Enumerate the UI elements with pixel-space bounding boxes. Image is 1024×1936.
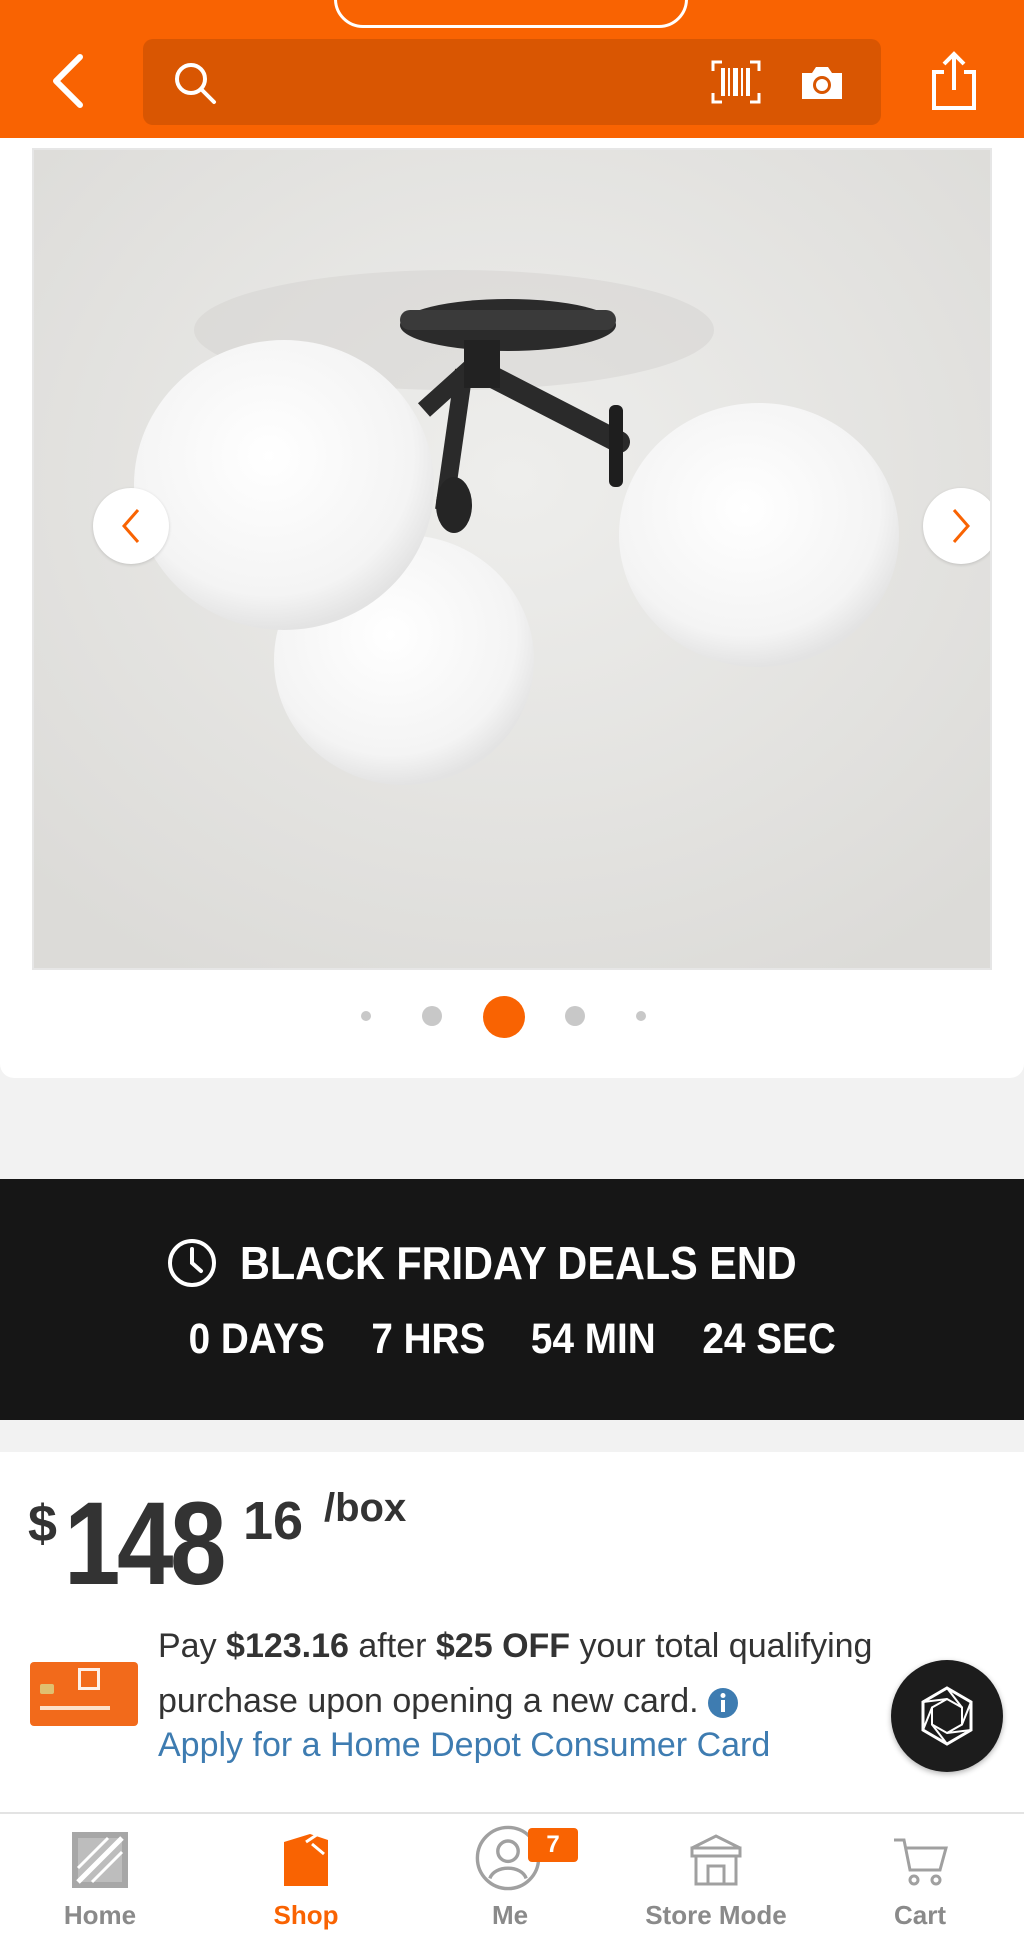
tab-store-mode[interactable]: Store Mode <box>626 1814 806 1936</box>
tab-cart[interactable]: Cart <box>830 1814 1010 1936</box>
previous-image-button[interactable] <box>93 488 169 564</box>
barcode-icon[interactable] <box>710 59 762 105</box>
info-icon[interactable] <box>707 1687 739 1719</box>
chevron-left-icon <box>122 509 140 543</box>
tab-me[interactable]: 7 Me <box>420 1814 600 1936</box>
promo-pay-amount: $123.16 <box>226 1627 349 1665</box>
ceiling-light-illustration <box>34 150 990 968</box>
notification-badge: 7 <box>528 1828 578 1862</box>
product-image[interactable] <box>32 148 992 970</box>
tab-shop[interactable]: Shop <box>216 1814 396 1936</box>
bottom-tab-bar: Home Shop 7 Me Store Mode Cart <box>0 1812 1024 1936</box>
pagination-dot-active[interactable] <box>483 996 525 1038</box>
top-header <box>0 0 1024 138</box>
pagination-dot[interactable] <box>565 1006 585 1026</box>
price-dollars: 148 <box>64 1478 226 1610</box>
apply-card-link[interactable]: Apply for a Home Depot Consumer Card <box>158 1726 770 1765</box>
countdown-title: BLACK FRIDAY DEALS END <box>239 1237 797 1289</box>
hexagon-shutter-icon <box>921 1686 973 1746</box>
countdown-minutes: 54 MIN <box>530 1315 656 1363</box>
countdown-days: 0 DAYS <box>188 1315 325 1363</box>
tab-me-label: Me <box>491 1900 529 1930</box>
back-button[interactable] <box>40 48 96 114</box>
tab-cart-label: Cart <box>893 1900 946 1930</box>
tab-home[interactable]: Home <box>10 1814 190 1936</box>
countdown-timer: 0 DAYS 7 HRS 54 MIN 24 SEC <box>0 1315 1024 1371</box>
promo-discount: $25 OFF <box>435 1627 571 1665</box>
tab-store-mode-label: Store Mode <box>645 1900 787 1930</box>
back-icon <box>53 54 83 108</box>
search-bar[interactable] <box>143 39 881 125</box>
camera-icon[interactable] <box>798 63 846 103</box>
pagination-dot[interactable] <box>422 1006 442 1026</box>
image-pagination-dots <box>0 996 1024 1038</box>
share-icon[interactable] <box>924 50 984 114</box>
chevron-right-icon <box>952 509 970 543</box>
cart-icon <box>894 1838 948 1886</box>
price-currency: $ <box>28 1495 57 1553</box>
search-input[interactable] <box>231 57 711 107</box>
price-unit: /box <box>324 1486 407 1530</box>
home-depot-card-image <box>30 1662 138 1726</box>
clock-icon <box>167 1239 216 1287</box>
pagination-dot[interactable] <box>361 1011 371 1021</box>
search-icon <box>175 63 216 104</box>
black-friday-countdown: BLACK FRIDAY DEALS END 0 DAYS 7 HRS 54 M… <box>0 1179 1024 1420</box>
store-icon <box>690 1834 742 1886</box>
card-promo-text: Pay $123.16 after $25 OFF your total qua… <box>158 1627 873 1720</box>
chat-assistant-button[interactable] <box>891 1660 1003 1772</box>
countdown-seconds: 24 SEC <box>702 1315 836 1363</box>
price-section: $ 148 16 /box Pay $123.16 after $25 OFF … <box>0 1452 1024 1812</box>
countdown-hours: 7 HRS <box>371 1315 486 1363</box>
next-image-button[interactable] <box>923 488 990 564</box>
store-selector-pill[interactable] <box>334 0 688 28</box>
tab-home-label: Home <box>63 1900 137 1930</box>
shop-bag-icon <box>284 1832 328 1886</box>
tab-shop-label: Shop <box>273 1900 339 1930</box>
home-depot-logo-icon <box>72 1832 128 1888</box>
product-image-card <box>0 138 1024 1078</box>
pagination-dot[interactable] <box>636 1011 646 1021</box>
price-cents: 16 <box>243 1491 304 1551</box>
